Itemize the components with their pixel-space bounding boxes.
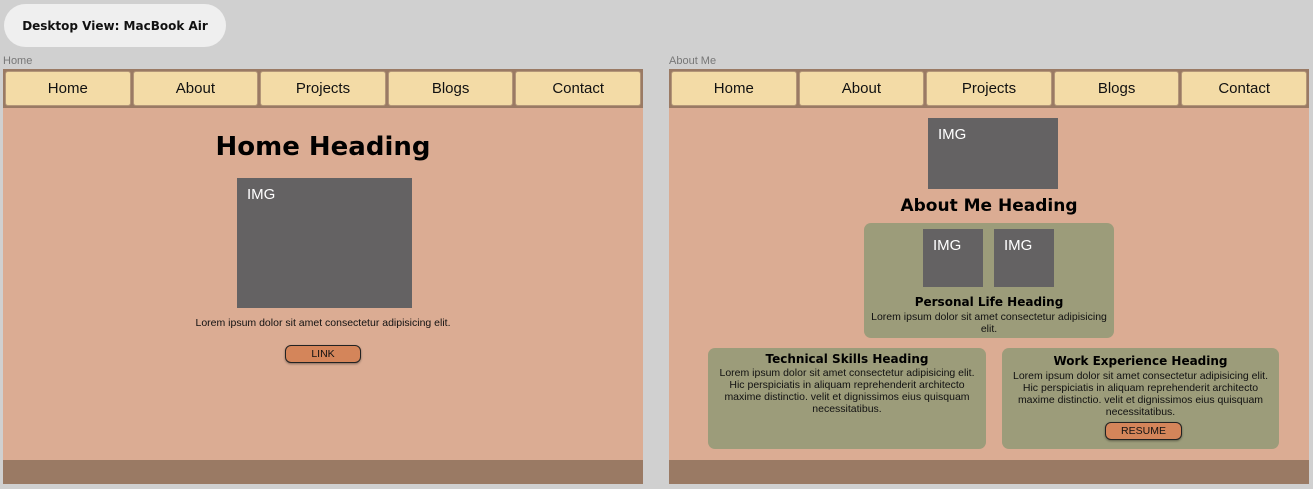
about-nav-projects[interactable]: Projects xyxy=(926,71,1052,106)
link-button[interactable]: LINK xyxy=(285,345,361,363)
home-nav-bar: Home About Projects Blogs Contact xyxy=(3,69,643,108)
home-body-text: Lorem ipsum dolor sit amet consectetur a… xyxy=(195,317,451,329)
personal-life-heading: Personal Life Heading xyxy=(914,295,1064,309)
about-nav-blogs[interactable]: Blogs xyxy=(1053,71,1180,106)
personal-image-1-label: IMG xyxy=(933,237,962,254)
about-nav-bar: Home About Projects Blogs Contact xyxy=(669,69,1309,108)
home-image-label: IMG xyxy=(247,186,276,203)
canvas-label: Desktop View: MacBook Air xyxy=(4,4,226,47)
about-frame-label: About Me xyxy=(669,55,717,67)
about-image-label: IMG xyxy=(938,126,967,143)
about-nav-contact[interactable]: Contact xyxy=(1181,71,1307,106)
home-nav-blogs[interactable]: Blogs xyxy=(387,71,514,106)
home-nav-about[interactable]: About xyxy=(132,71,259,106)
home-nav-home[interactable]: Home xyxy=(5,71,131,106)
work-experience-card: Work Experience Heading Lorem ipsum dolo… xyxy=(1002,348,1279,449)
personal-image-1: IMG xyxy=(923,229,983,287)
home-footer xyxy=(3,460,643,484)
about-image-placeholder: IMG xyxy=(928,118,1058,189)
technical-skills-heading: Technical Skills Heading xyxy=(765,352,929,366)
about-nav-about[interactable]: About xyxy=(798,71,925,106)
about-heading: About Me Heading xyxy=(900,196,1078,216)
home-nav-projects[interactable]: Projects xyxy=(260,71,386,106)
home-image-placeholder: IMG xyxy=(237,178,412,308)
about-frame: Home About Projects Blogs Contact IMG Ab… xyxy=(669,69,1309,484)
technical-skills-card: Technical Skills Heading Lorem ipsum dol… xyxy=(708,348,986,449)
home-frame-label: Home xyxy=(3,55,33,67)
resume-button[interactable]: RESUME xyxy=(1105,422,1182,440)
about-nav-home[interactable]: Home xyxy=(671,71,797,106)
personal-image-2-label: IMG xyxy=(1004,237,1033,254)
personal-life-text: Lorem ipsum dolor sit amet consectetur a… xyxy=(871,311,1107,335)
home-heading: Home Heading xyxy=(215,132,431,162)
home-frame: Home About Projects Blogs Contact Home H… xyxy=(3,69,643,484)
work-experience-heading: Work Experience Heading xyxy=(1053,354,1228,368)
personal-life-card: IMG IMG Personal Life Heading Lorem ipsu… xyxy=(864,223,1114,338)
home-nav-contact[interactable]: Contact xyxy=(515,71,641,106)
technical-skills-text: Lorem ipsum dolor sit amet consectetur a… xyxy=(719,367,975,415)
work-experience-text: Lorem ipsum dolor sit amet consectetur a… xyxy=(1012,370,1269,418)
personal-image-2: IMG xyxy=(994,229,1054,287)
about-footer xyxy=(669,460,1309,484)
